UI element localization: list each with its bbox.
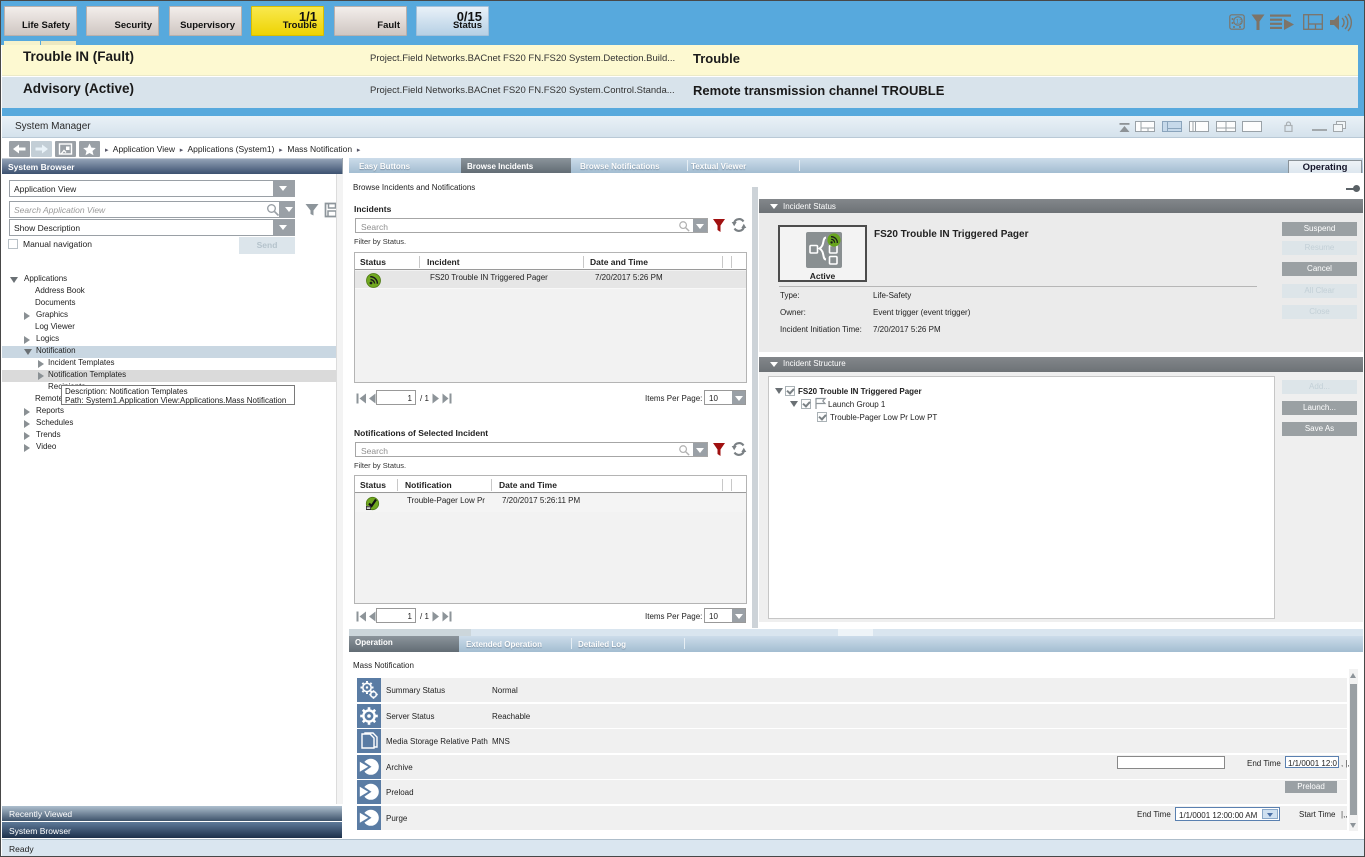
svg-text:12: 12: [1236, 19, 1243, 25]
